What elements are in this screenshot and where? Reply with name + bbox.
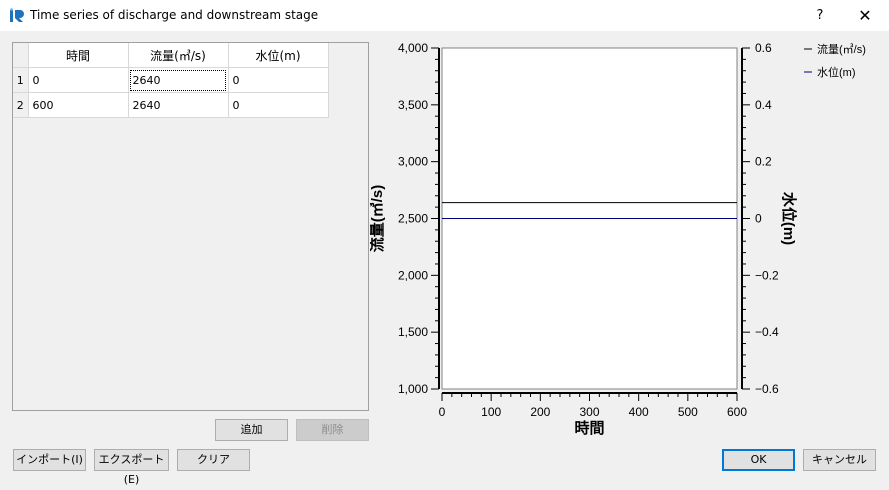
y-right-tick-label: −0.2 xyxy=(755,268,779,282)
cell-time[interactable]: 0 xyxy=(28,67,129,93)
row-header[interactable]: 2 xyxy=(13,92,29,118)
y-left-tick-label: 3,500 xyxy=(398,98,428,112)
row-header[interactable]: 1 xyxy=(13,67,29,93)
x-axis-label: 時間 xyxy=(574,419,604,437)
export-button[interactable]: エクスポート(E) xyxy=(94,449,169,486)
add-button[interactable]: 追加 xyxy=(215,419,288,441)
legend: 流量(㎥/s) 水位(m) xyxy=(804,42,866,79)
table-row: 2 600 2640 0 xyxy=(13,92,329,118)
import-button[interactable]: インポート(I) xyxy=(13,449,86,471)
corner-cell[interactable] xyxy=(13,43,29,68)
clear-button[interactable]: クリア xyxy=(177,449,250,471)
column-header-discharge[interactable]: 流量(㎥/s) xyxy=(128,43,229,68)
x-tick-label: 400 xyxy=(629,405,649,419)
data-grid: 時間 流量(㎥/s) 水位(m) 1 0 2640 0 2 600 2640 0 xyxy=(13,43,329,118)
cancel-button[interactable]: キャンセル xyxy=(803,449,876,471)
delete-button[interactable]: 削除 xyxy=(296,419,369,441)
timeseries-table[interactable]: 時間 流量(㎥/s) 水位(m) 1 0 2640 0 2 600 2640 0 xyxy=(12,42,369,411)
y-right-tick-label: −0.4 xyxy=(755,325,779,339)
cell-discharge[interactable]: 2640 xyxy=(128,92,229,118)
y-left-tick-label: 1,000 xyxy=(398,382,428,396)
x-axis: 0 100 200 300 400 500 600 xyxy=(439,392,747,419)
table-row: 1 0 2640 0 xyxy=(13,67,329,93)
y-axis-right: −0.6 −0.4 −0.2 0 0.2 0.4 0.6 xyxy=(741,41,779,396)
ok-button[interactable]: OK xyxy=(722,449,795,471)
y-right-tick-label: 0.6 xyxy=(755,41,772,55)
window-title: Time series of discharge and downstream … xyxy=(30,8,319,22)
x-tick-label: 500 xyxy=(678,405,698,419)
x-tick-label: 100 xyxy=(481,405,501,419)
help-button[interactable]: ? xyxy=(806,0,834,31)
y-right-tick-label: 0.4 xyxy=(755,98,772,112)
y-left-tick-label: 3,000 xyxy=(398,155,428,169)
column-header-stage[interactable]: 水位(m) xyxy=(228,43,329,68)
y-axis-left: 1,000 1,500 2,000 2,500 3,000 3,500 4,000 xyxy=(398,41,440,396)
cell-stage[interactable]: 0 xyxy=(228,67,329,93)
x-tick-label: 300 xyxy=(579,405,599,419)
y-left-tick-label: 2,000 xyxy=(398,268,428,282)
y-right-tick-label: 0 xyxy=(755,212,762,226)
x-tick-label: 200 xyxy=(530,405,550,419)
app-logo-icon xyxy=(10,8,24,22)
column-header-time[interactable]: 時間 xyxy=(28,43,129,68)
legend-label-stage: 水位(m) xyxy=(817,65,856,79)
x-tick-label: 600 xyxy=(727,405,747,419)
title-bar: Time series of discharge and downstream … xyxy=(0,0,889,31)
y-left-tick-label: 2,500 xyxy=(398,212,428,226)
y-left-tick-label: 1,500 xyxy=(398,325,428,339)
cell-time[interactable]: 600 xyxy=(28,92,129,118)
close-button[interactable]: ✕ xyxy=(850,0,880,31)
x-tick-label: 0 xyxy=(439,405,446,419)
discharge-stage-chart: 0 100 200 300 400 500 600 1,000 1,500 2,000 2,500… xyxy=(370,41,866,437)
y-left-tick-label: 4,000 xyxy=(398,41,428,55)
y-axis-right-label: 水位(m) xyxy=(780,192,798,245)
cell-discharge[interactable]: 2640 xyxy=(128,67,229,93)
y-right-tick-label: −0.6 xyxy=(755,382,779,396)
y-right-tick-label: 0.2 xyxy=(755,155,772,169)
y-axis-left-label: 流量(㎥/s) xyxy=(370,185,386,253)
cell-stage[interactable]: 0 xyxy=(228,92,329,118)
legend-label-discharge: 流量(㎥/s) xyxy=(817,42,866,56)
